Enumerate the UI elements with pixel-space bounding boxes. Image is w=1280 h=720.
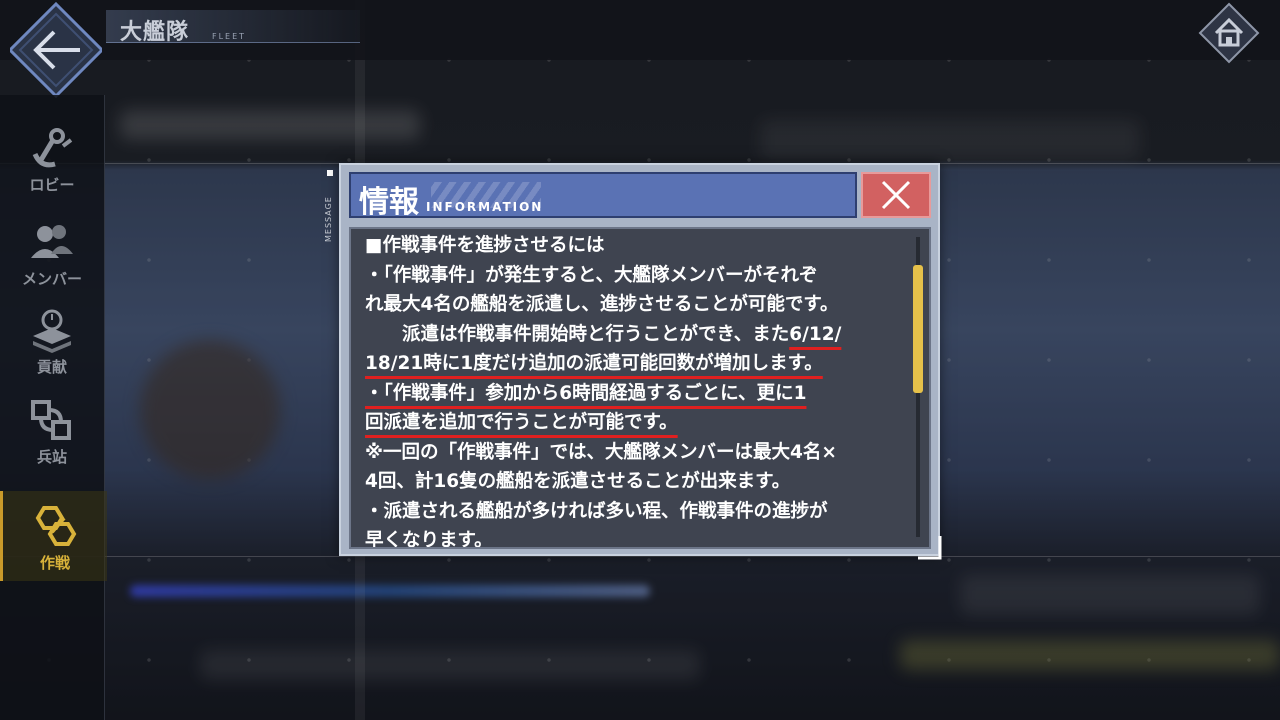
side-marker [327, 170, 333, 176]
back-button[interactable] [10, 0, 102, 102]
sidebar-item-logistics[interactable]: 兵站 [0, 385, 104, 475]
message-side-label: MESSAGE [324, 196, 333, 242]
sidebar-item-label: 作戦 [39, 554, 70, 572]
dialog-header: 情報 INFORMATION [349, 172, 857, 218]
sidebar-item-label: ロビー [29, 176, 75, 194]
underlined-text: 回派遣を追加で行うことが可能です。 [365, 412, 678, 433]
text-line: 派遣は作戦事件開始時と行うことができ、また6/12/ [365, 320, 905, 350]
text-line: ※一回の「作戦事件」では、大艦隊メンバーは最大4名× [365, 441, 837, 463]
text-line: ・「作戦事件」参加から6時間経過するごとに、更に1 [365, 379, 905, 409]
logistics-icon [31, 400, 71, 440]
text-line: れ最大4名の艦船を派遣し、進捗させることが可能です。 [365, 294, 839, 315]
underlined-text: ・「作戦事件」参加から6時間経過するごとに、更に1 [365, 382, 807, 404]
text-line: ■作戦事件を進捗させるには [365, 235, 605, 256]
contribution-icon [33, 309, 71, 353]
info-text: ■作戦事件を進捗させるには ・「作戦事件」が発生すると、大艦隊メンバーがそれぞ … [365, 231, 905, 549]
text-line: 18/21時に1度だけ追加の派遣可能回数が増加します。 [365, 349, 905, 379]
anchor-icon [32, 128, 73, 168]
sidebar-item-lobby[interactable]: ロビー [0, 113, 104, 203]
text-line: 早くなります。 [365, 530, 493, 549]
sidebar-item-label: 貢献 [36, 358, 67, 376]
sidebar: ロビー メンバー 貢献 兵站 作戦 [0, 95, 107, 720]
sidebar-item-operation[interactable]: 作戦 [0, 491, 107, 581]
info-dialog: 情報 INFORMATION ■作戦事件を進捗させるには ・「作戦事件」が発生す… [339, 163, 940, 556]
scrollbar-thumb[interactable] [913, 265, 923, 393]
text-line: 回派遣を追加で行うことが可能です。 [365, 408, 905, 438]
underlined-text: 6/12/ [789, 323, 842, 345]
text-line: ・「作戦事件」が発生すると、大艦隊メンバーがそれぞ [365, 264, 818, 286]
text-line: ・派遣される艦船が多ければ多い程、作戦事件の進捗が [365, 500, 828, 522]
text-segment: 派遣は作戦事件開始時と行うことができ、また [365, 323, 790, 345]
sidebar-item-label: 兵站 [36, 448, 67, 466]
page-title: 大艦隊 [120, 20, 190, 45]
close-icon [881, 180, 911, 210]
underlined-text: 18/21時に1度だけ追加の派遣可能回数が増加します。 [365, 353, 823, 374]
operation-icon [35, 506, 77, 546]
dialog-title: 情報 [359, 185, 419, 218]
close-button[interactable] [861, 172, 931, 218]
sidebar-item-label: メンバー [21, 270, 82, 288]
corner-decoration [918, 536, 942, 560]
text-line: 4回、計16隻の艦船を派遣させることが出来ます。 [365, 471, 791, 492]
page-subtitle: FLEET [212, 32, 247, 41]
sidebar-item-contribution[interactable]: 貢献 [0, 295, 104, 385]
members-icon [31, 225, 73, 258]
page-title-box: 大艦隊 FLEET [106, 10, 360, 45]
dialog-body[interactable]: ■作戦事件を進捗させるには ・「作戦事件」が発生すると、大艦隊メンバーがそれぞ … [349, 227, 931, 549]
sidebar-item-members[interactable]: メンバー [0, 207, 104, 297]
dialog-subtitle: INFORMATION [426, 200, 544, 214]
home-button[interactable] [1198, 2, 1260, 64]
